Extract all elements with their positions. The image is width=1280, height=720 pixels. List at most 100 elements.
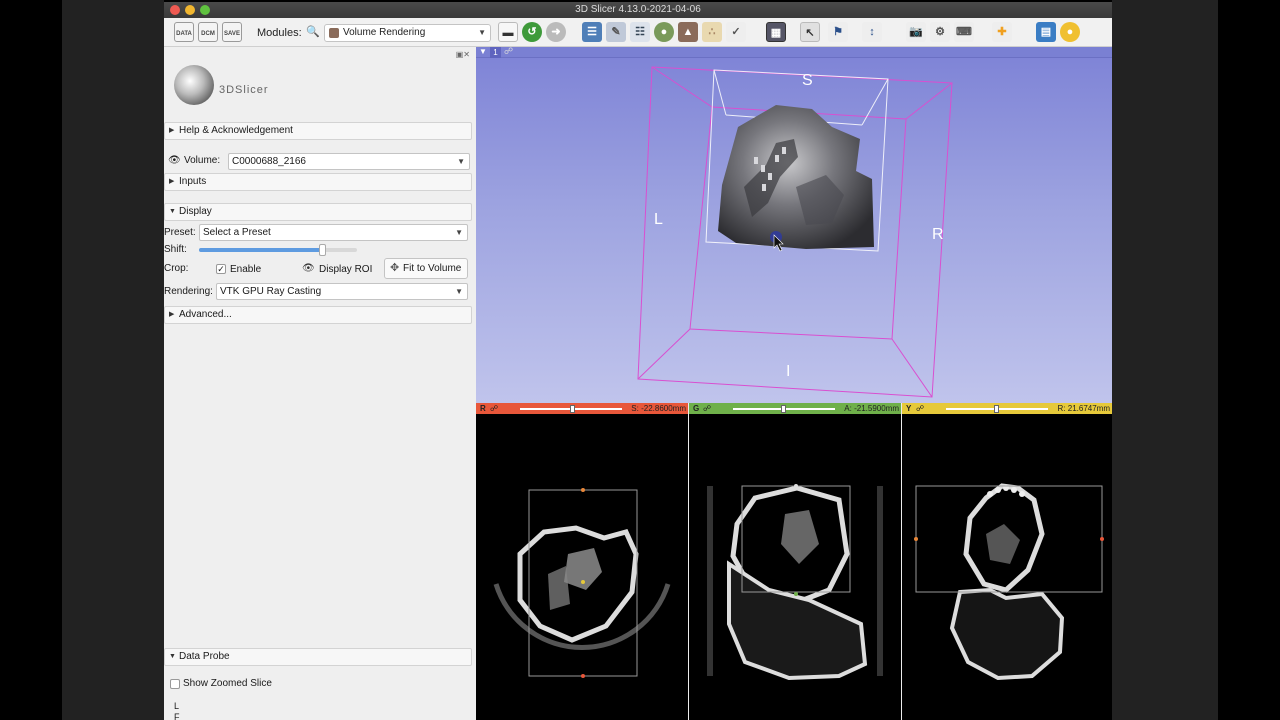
roi-eye-icon[interactable]: 👁 bbox=[302, 263, 315, 274]
yellow-slice-controller[interactable]: Y ☍ R: 21.6747mm bbox=[902, 403, 1112, 414]
volume-rendering-scene bbox=[637, 66, 953, 398]
slicer-window: 3D Slicer 4.13.0-2021-04-06 DATA DCM SAV… bbox=[164, 2, 1112, 720]
volume-rendering-icon[interactable]: ▲ bbox=[678, 22, 698, 42]
volume-rendering-module-icon bbox=[329, 28, 339, 38]
load-data-button[interactable]: DATA bbox=[174, 22, 194, 42]
orientation-right: R bbox=[932, 226, 944, 243]
chevron-right-icon: ▶ bbox=[169, 311, 175, 318]
chevron-down-icon: ▼ bbox=[169, 208, 176, 215]
close-window-button[interactable] bbox=[170, 5, 180, 15]
segment-editor-icon[interactable]: ∴ bbox=[702, 22, 722, 42]
help-section[interactable]: ▶ Help & Acknowledgement bbox=[164, 122, 472, 140]
green-slice-controller[interactable]: G ☍ A: -21.5900mm bbox=[689, 403, 901, 414]
preset-selector[interactable]: Select a Preset ▼ bbox=[199, 224, 468, 241]
red-slice-link-icon[interactable]: ☍ bbox=[490, 403, 498, 414]
crosshair-toggle-icon[interactable]: ✚ bbox=[992, 22, 1012, 42]
module-selector[interactable]: Volume Rendering ▼ bbox=[324, 24, 491, 42]
minimize-window-button[interactable] bbox=[185, 5, 195, 15]
layout-icon[interactable]: ▦ bbox=[766, 22, 786, 42]
shift-label: Shift: bbox=[164, 244, 187, 255]
red-slice-controller[interactable]: R ☍ S: -22.8600mm bbox=[476, 403, 688, 414]
shift-slider-handle[interactable] bbox=[319, 244, 327, 256]
yellow-slice-slider-handle[interactable] bbox=[994, 405, 999, 413]
red-slice-slider[interactable] bbox=[520, 405, 622, 413]
models-module-icon[interactable]: ● bbox=[654, 22, 674, 42]
python-icon[interactable]: ● bbox=[1060, 22, 1080, 42]
skull-rendering bbox=[718, 105, 874, 249]
transforms-module-icon[interactable]: ✓ bbox=[726, 22, 746, 42]
advanced-section[interactable]: ▶ Advanced... bbox=[164, 306, 472, 324]
yellow-slice-slider[interactable] bbox=[946, 405, 1048, 413]
screenshot-icon[interactable]: 📷 bbox=[906, 22, 926, 42]
rendering-value: VTK GPU Ray Casting bbox=[220, 286, 322, 297]
markups-module-icon[interactable]: ✎ bbox=[606, 22, 626, 42]
fit-to-volume-button[interactable]: ✥ Fit to Volume bbox=[384, 258, 468, 279]
modules-label: Modules: bbox=[257, 27, 302, 39]
red-slice-tag: R bbox=[480, 404, 486, 413]
dcm-label: DCM bbox=[201, 31, 215, 37]
place-fiducial-icon[interactable]: ⚑ bbox=[828, 22, 848, 42]
volume-selector[interactable]: C0000688_2166 ▼ bbox=[228, 153, 470, 170]
green-slice-tag: G bbox=[693, 404, 700, 413]
data-module-icon[interactable]: ☷ bbox=[630, 22, 650, 42]
python-console-icon[interactable]: ⌨ bbox=[954, 22, 974, 42]
module-finder-icon[interactable]: ▤ bbox=[1036, 22, 1056, 42]
sagittal-ct-image bbox=[914, 483, 1104, 681]
shift-slider-fill bbox=[199, 248, 323, 252]
data-probe-section[interactable]: ▼ Data Probe bbox=[164, 648, 472, 666]
mouse-mode-icon[interactable]: ↖ bbox=[800, 22, 820, 42]
module-history-icon[interactable]: ▬ bbox=[498, 22, 518, 42]
display-section-label: Display bbox=[179, 206, 212, 217]
yellow-slice-link-icon[interactable]: ☍ bbox=[916, 403, 924, 414]
eye-icon[interactable]: 👁 bbox=[168, 155, 181, 166]
main-toolbar: DATA DCM SAVE Modules: 🔍 Volume Renderin… bbox=[164, 18, 1112, 47]
view-3d[interactable]: ▼ 1 ☍ S L R I bbox=[476, 47, 1112, 403]
show-zoomed-slice-checkbox[interactable] bbox=[170, 679, 180, 689]
chevron-down-icon: ▼ bbox=[455, 287, 463, 296]
advanced-section-label: Advanced... bbox=[179, 309, 232, 320]
slicer-logo bbox=[174, 65, 214, 105]
green-slice-slider[interactable] bbox=[733, 405, 835, 413]
extension-manager-icon[interactable]: ⚙ bbox=[930, 22, 950, 42]
red-slice-offset: S: -22.8600mm bbox=[631, 404, 686, 413]
panel-undock-icon[interactable]: ▣✕ bbox=[456, 50, 470, 59]
help-section-label: Help & Acknowledgement bbox=[179, 125, 293, 136]
inputs-section[interactable]: ▶ Inputs bbox=[164, 173, 472, 191]
save-label: SAVE bbox=[224, 31, 240, 37]
probe-text-f: F bbox=[174, 712, 180, 720]
crosshair-icon[interactable]: ↕ bbox=[862, 22, 882, 42]
rendering-selector[interactable]: VTK GPU Ray Casting ▼ bbox=[216, 283, 468, 300]
chevron-down-icon: ▼ bbox=[455, 228, 463, 237]
welcome-module-icon[interactable]: ☰ bbox=[582, 22, 602, 42]
data-probe-section-label: Data Probe bbox=[179, 651, 230, 662]
module-panel: ▣✕ 3DSlicer ▶ Help & Acknowledgement 👁 V… bbox=[164, 47, 476, 720]
logo-text: 3DSlicer bbox=[219, 84, 269, 96]
dicom-button[interactable]: DCM bbox=[198, 22, 218, 42]
screen: 3D Slicer 4.13.0-2021-04-06 DATA DCM SAV… bbox=[0, 0, 1280, 720]
crop-label: Crop: bbox=[164, 263, 189, 274]
orientation-inferior: I bbox=[786, 363, 791, 380]
forward-arrow-icon[interactable]: ➜ bbox=[546, 22, 566, 42]
chevron-right-icon: ▶ bbox=[169, 178, 175, 185]
green-slice-link-icon[interactable]: ☍ bbox=[703, 403, 711, 414]
red-slice-view[interactable] bbox=[476, 414, 688, 720]
zoom-window-button[interactable] bbox=[200, 5, 210, 15]
green-slice-view[interactable] bbox=[689, 414, 901, 720]
back-arrow-icon[interactable]: ↺ bbox=[522, 22, 542, 42]
save-button[interactable]: SAVE bbox=[222, 22, 242, 42]
shift-slider[interactable] bbox=[199, 244, 357, 256]
display-section[interactable]: ▼ Display bbox=[164, 203, 472, 221]
module-search-icon[interactable]: 🔍 bbox=[306, 25, 320, 38]
orientation-left: L bbox=[654, 211, 663, 228]
green-slice-slider-handle[interactable] bbox=[781, 405, 786, 413]
enable-label: Enable bbox=[230, 264, 262, 275]
yellow-slice-view[interactable] bbox=[902, 414, 1112, 720]
data-label: DATA bbox=[176, 31, 192, 37]
green-slice-offset: A: -21.5900mm bbox=[844, 404, 899, 413]
rendering-label: Rendering: bbox=[164, 286, 213, 297]
probe-text-l: L bbox=[174, 701, 180, 711]
chevron-down-icon: ▼ bbox=[169, 653, 176, 660]
enable-crop-checkbox[interactable]: ✓ bbox=[216, 264, 226, 274]
window-title: 3D Slicer 4.13.0-2021-04-06 bbox=[575, 4, 701, 15]
red-slice-slider-handle[interactable] bbox=[570, 405, 576, 413]
